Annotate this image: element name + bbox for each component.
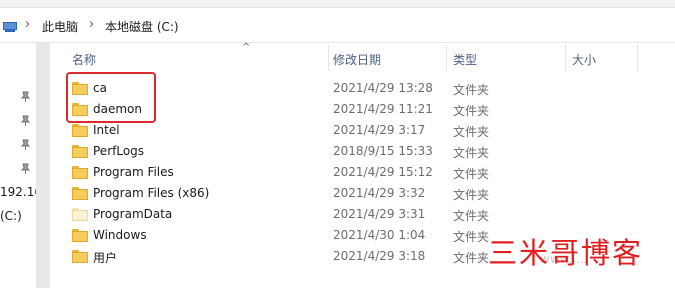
file-type: 文件夹 xyxy=(453,125,490,139)
file-type: 文件夹 xyxy=(453,251,490,265)
file-date: 2021/4/30 1:04 xyxy=(333,228,426,242)
column-header-row: ^ 名称 修改日期 类型 大小 xyxy=(52,42,675,73)
file-row[interactable]: Intel 2021/4/29 3:17 文件夹 xyxy=(52,120,675,141)
file-type: 文件夹 xyxy=(453,167,490,181)
file-date: 2021/4/29 13:28 xyxy=(333,81,433,95)
file-name: PerfLogs xyxy=(93,144,145,158)
folder-icon xyxy=(72,250,88,263)
folder-icon-hidden xyxy=(72,208,88,221)
file-date: 2021/4/29 3:18 xyxy=(333,249,426,263)
file-date: 2021/4/29 11:21 xyxy=(333,102,433,116)
highlight-annotation xyxy=(66,72,156,123)
pin-icon[interactable] xyxy=(20,139,31,150)
folder-icon xyxy=(72,166,88,179)
column-divider[interactable] xyxy=(446,45,447,71)
menu-strip xyxy=(0,0,675,8)
file-name: Program Files (x86) xyxy=(93,186,210,200)
file-type: 文件夹 xyxy=(453,146,490,160)
nav-item-local-disk[interactable]: (C:) xyxy=(0,209,22,223)
file-type: 文件夹 xyxy=(453,188,490,202)
folder-icon xyxy=(72,229,88,242)
watermark: 三米哥博客 xyxy=(488,236,644,270)
file-name: Intel xyxy=(93,123,120,137)
folder-icon xyxy=(72,187,88,200)
file-date: 2021/4/29 3:17 xyxy=(333,123,426,137)
address-bar[interactable]: › 此电脑 › 本地磁盘 (C:) xyxy=(0,8,675,43)
breadcrumb-local-disk[interactable]: 本地磁盘 (C:) xyxy=(105,18,179,35)
pin-icon[interactable] xyxy=(20,163,31,174)
folder-icon xyxy=(72,145,88,158)
column-divider[interactable] xyxy=(328,45,329,71)
file-row[interactable]: PerfLogs 2018/9/15 15:33 文件夹 xyxy=(52,141,675,162)
file-name: 用户 xyxy=(93,251,118,265)
file-row[interactable]: Program Files (x86) 2021/4/29 3:32 文件夹 xyxy=(52,183,675,204)
column-header-date[interactable]: 修改日期 xyxy=(333,51,381,68)
file-date: 2021/4/29 15:12 xyxy=(333,165,433,179)
breadcrumb-this-pc[interactable]: 此电脑 xyxy=(42,18,78,35)
nav-scrollbar[interactable] xyxy=(36,43,50,288)
pin-icon[interactable] xyxy=(20,91,31,102)
file-type: 文件夹 xyxy=(453,104,490,118)
file-row[interactable]: ProgramData 2021/4/29 3:31 文件夹 xyxy=(52,204,675,225)
column-header-size[interactable]: 大小 xyxy=(572,51,596,68)
column-header-type[interactable]: 类型 xyxy=(453,51,477,68)
breadcrumb-separator[interactable]: › xyxy=(89,17,94,32)
column-divider[interactable] xyxy=(637,45,638,71)
file-name: ProgramData xyxy=(93,207,173,221)
navigation-pane: 192.16 (C:) xyxy=(0,43,42,288)
column-header-name[interactable]: 名称 xyxy=(72,51,96,68)
file-name: Windows xyxy=(93,228,147,242)
breadcrumb-separator[interactable]: › xyxy=(25,17,30,32)
this-pc-icon xyxy=(3,22,17,32)
file-date: 2018/9/15 15:33 xyxy=(333,144,433,158)
file-type: 文件夹 xyxy=(453,209,490,223)
file-type: 文件夹 xyxy=(453,83,490,97)
pin-icon[interactable] xyxy=(20,115,31,126)
column-divider[interactable] xyxy=(565,45,566,71)
file-type: 文件夹 xyxy=(453,230,490,244)
file-row[interactable]: Program Files 2021/4/29 15:12 文件夹 xyxy=(52,162,675,183)
file-date: 2021/4/29 3:32 xyxy=(333,186,426,200)
folder-icon xyxy=(72,124,88,137)
sort-ascending-icon: ^ xyxy=(242,42,251,53)
file-date: 2021/4/29 3:31 xyxy=(333,207,426,221)
file-name: Program Files xyxy=(93,165,174,179)
